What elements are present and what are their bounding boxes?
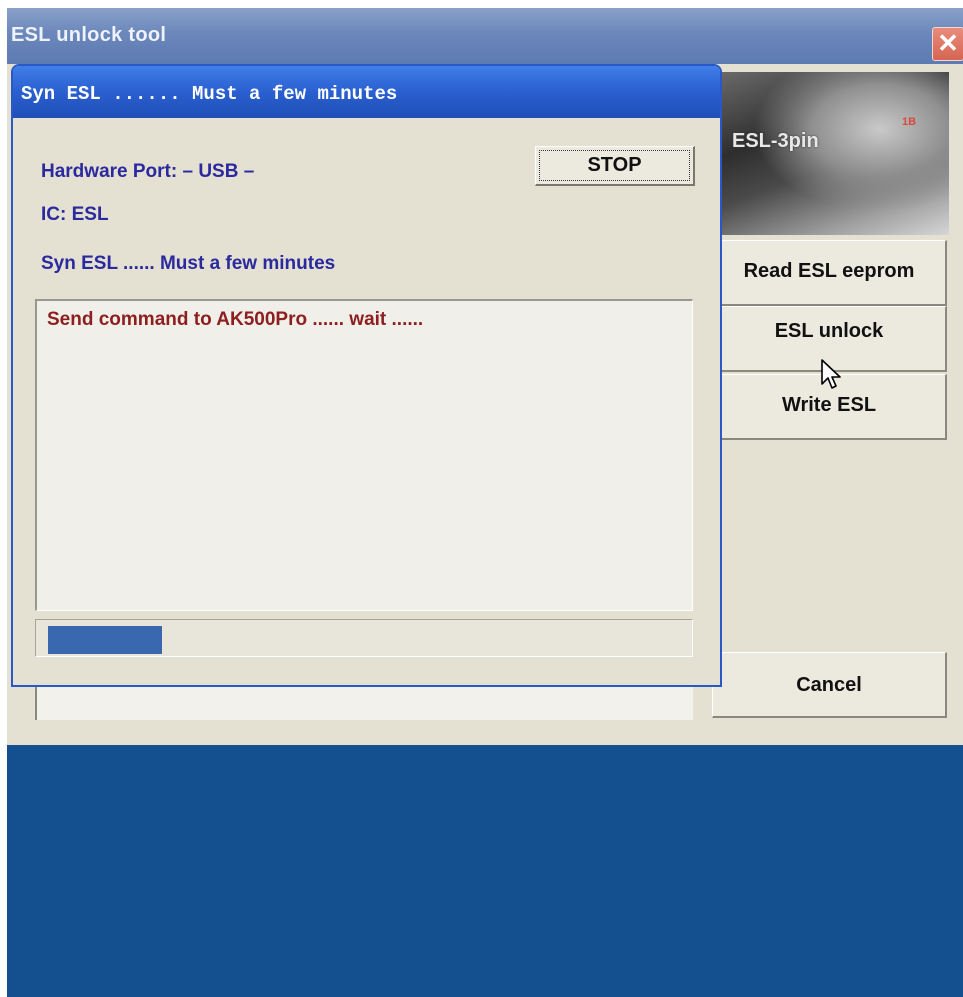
cancel-button[interactable]: Cancel [712,652,947,718]
ic-label: IC: ESL [41,204,109,225]
stop-button[interactable]: STOP [535,146,695,186]
hardware-port-label: Hardware Port: – USB – [41,161,255,182]
status-message: Syn ESL ...... Must a few minutes [41,253,336,274]
log-output[interactable]: Send command to AK500Pro ...... wait ...… [35,299,693,611]
screen: ESL unlock tool ✕ ESL-3pin 1B Read ESL e… [0,0,963,997]
log-line: Send command to AK500Pro ...... wait ...… [47,309,424,330]
desktop-background [7,745,963,997]
progress-dialog: Syn ESL ...... Must a few minutes Hardwa… [11,64,722,687]
window-title: ESL unlock tool [11,24,167,46]
close-icon: ✕ [937,28,959,58]
progress-bar-fill [48,626,162,654]
dialog-title: Syn ESL ...... Must a few minutes [21,83,398,105]
progress-bar [35,619,693,657]
dialog-titlebar: Syn ESL ...... Must a few minutes [13,66,720,118]
mouse-pointer-icon [821,359,841,389]
device-image-label: ESL-3pin [732,130,819,152]
close-button[interactable]: ✕ [932,27,963,61]
device-image: ESL-3pin 1B [718,72,949,235]
main-titlebar: ESL unlock tool ✕ [7,8,963,64]
device-image-tag: 1B [902,116,917,128]
read-eeprom-button[interactable]: Read ESL eeprom [712,240,947,306]
